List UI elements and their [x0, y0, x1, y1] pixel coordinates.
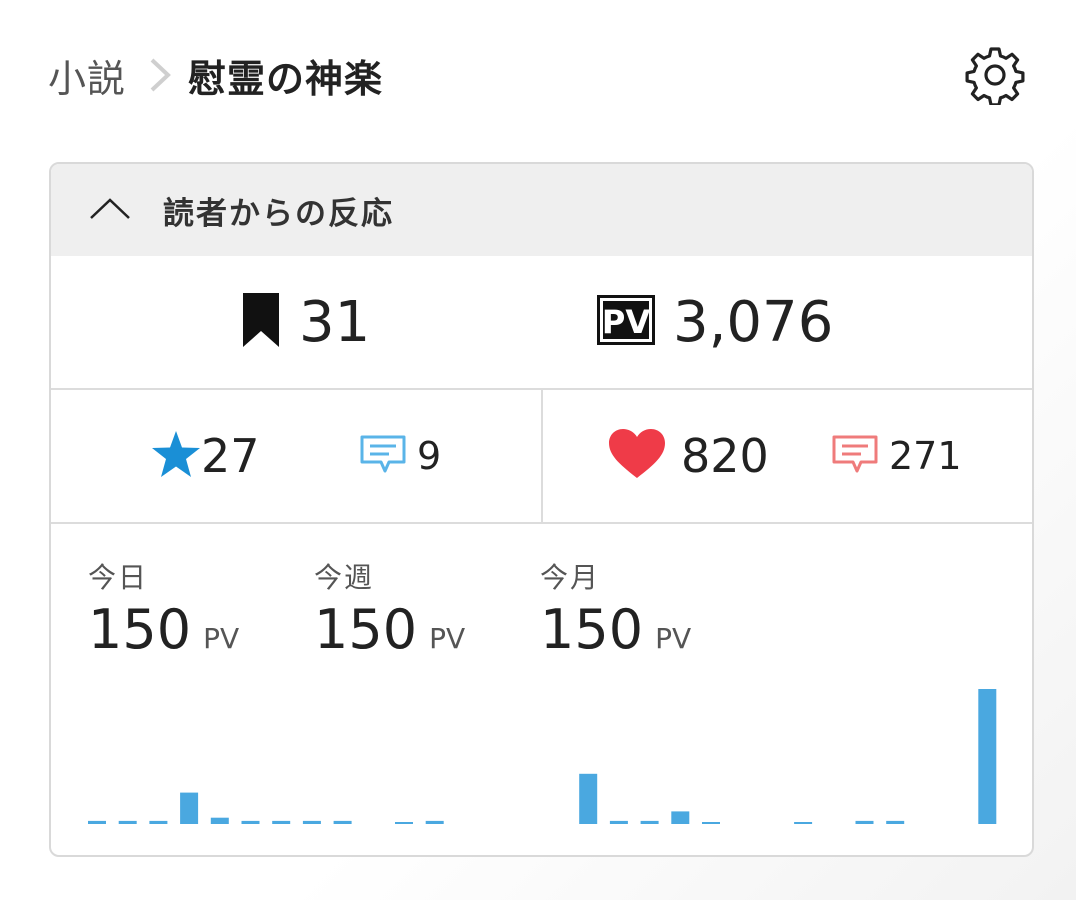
pv-bar-18 — [609, 820, 628, 824]
pv-bar-2 — [118, 820, 137, 824]
pv-bar-19 — [640, 820, 659, 824]
page-title: 慰霊の神楽 — [188, 56, 384, 101]
heart-count: 820 — [681, 429, 769, 483]
star-icon — [151, 430, 201, 482]
pv-bar-11 — [395, 822, 413, 824]
svg-text:PV: PV — [602, 303, 650, 341]
pv-bar-20 — [671, 811, 690, 824]
bookmark-stat: 31 — [241, 256, 370, 388]
pv-bar-6 — [241, 820, 260, 824]
chevron-up-icon[interactable] — [89, 196, 131, 224]
interactions-row: 27 9 820 271 — [51, 390, 1032, 524]
star-comment-count: 9 — [417, 434, 442, 478]
pv-icon: PV — [597, 295, 655, 349]
pv-bar-30 — [978, 689, 997, 824]
gear-icon[interactable] — [962, 42, 1028, 108]
heart-comment-stat: 271 — [831, 390, 962, 522]
star-section: 27 9 — [51, 390, 543, 522]
pv-bar-27 — [886, 820, 905, 824]
heart-comment-count: 271 — [889, 434, 962, 478]
heart-section: 820 271 — [543, 390, 1032, 522]
pv-bar-3 — [149, 820, 168, 824]
breadcrumb-parent[interactable]: 小説 — [48, 48, 126, 103]
heart-icon — [607, 428, 667, 484]
star-stat: 27 — [151, 390, 260, 522]
heart-stat: 820 — [607, 390, 769, 522]
pv-bar-7 — [272, 820, 291, 824]
comment-icon — [831, 434, 879, 478]
pv-bar-1 — [88, 820, 106, 824]
bookmark-count: 31 — [299, 289, 371, 355]
pv-bar-chart — [88, 689, 997, 824]
star-comment-stat: 9 — [359, 390, 441, 522]
star-count: 27 — [201, 429, 260, 483]
chevron-right-icon — [148, 56, 172, 94]
totals-row: 31 PV 3,076 — [51, 256, 1032, 390]
comment-icon — [359, 434, 407, 478]
pv-total-stat: PV 3,076 — [597, 256, 833, 388]
pv-bar-12 — [425, 820, 444, 824]
pv-bar-4 — [180, 792, 199, 824]
pv-total-count: 3,076 — [673, 289, 834, 355]
pv-bar-8 — [302, 820, 321, 824]
reactions-card: 読者からの反応 31 PV 3,076 27 9 820 271 今日 150 … — [49, 162, 1034, 857]
pv-bar-21 — [702, 822, 720, 824]
pv-bar-26 — [855, 820, 874, 824]
pv-bar-17 — [579, 773, 598, 824]
bookmark-icon — [241, 291, 281, 353]
pv-bar-5 — [210, 817, 229, 824]
pv-area: 今日 150 PV 今週 150 PV 今月 150 PV — [51, 524, 1032, 855]
header: 小説 慰霊の神楽 — [48, 40, 1028, 110]
pv-bar-24 — [794, 822, 813, 824]
section-title: 読者からの反応 — [163, 195, 394, 232]
reactions-header[interactable]: 読者からの反応 — [51, 164, 1032, 256]
pv-bar-9 — [333, 820, 352, 824]
